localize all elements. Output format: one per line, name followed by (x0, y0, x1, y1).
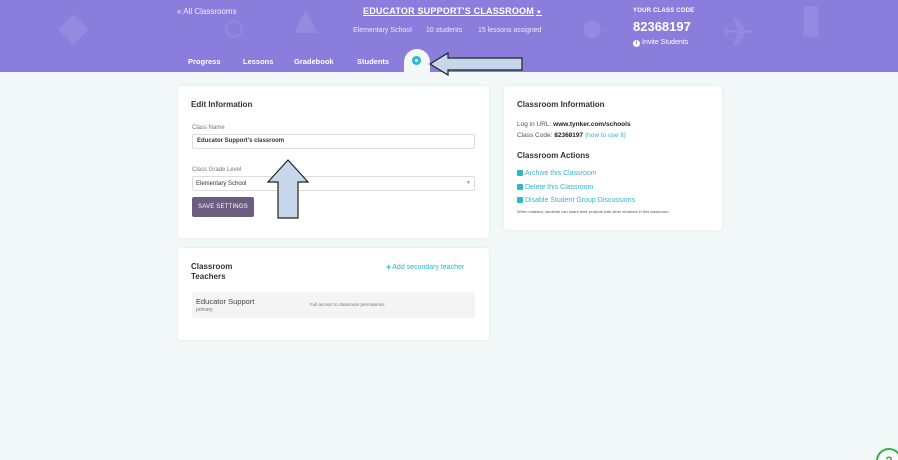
classroom-actions-title: Classroom Actions (517, 151, 590, 160)
archive-classroom-link[interactable]: Archive this Classroom (517, 170, 597, 177)
decor-chart-icon: ▮ (800, 0, 823, 41)
trash-icon (517, 184, 523, 190)
tab-settings[interactable] (404, 49, 430, 72)
student-count-link[interactable]: 10 students (426, 27, 462, 34)
classroom-title-dropdown[interactable]: EDUCATOR SUPPORT'S CLASSROOM ▼ (363, 6, 542, 16)
class-name-input[interactable]: Educator Support's classroom (192, 134, 475, 149)
help-button[interactable]: ? (876, 448, 898, 460)
decor-plane-icon: ✈ (722, 11, 756, 55)
class-code-info-value: 82368197 (554, 132, 584, 139)
annotation-arrow-up (266, 159, 310, 219)
tab-students[interactable]: Students (357, 57, 389, 66)
classroom-teachers-title: Classroom Teachers (191, 262, 233, 281)
trash-icon (517, 197, 523, 203)
class-code-label: YOUR CLASS CODE (633, 8, 695, 14)
info-icon: i (633, 40, 640, 47)
gear-icon (412, 56, 421, 65)
tab-progress[interactable]: Progress (188, 57, 221, 66)
grade-level-text: Elementary School (353, 27, 412, 34)
delete-classroom-link[interactable]: Delete this Classroom (517, 184, 593, 191)
discussion-note: When enabled, students can share their p… (517, 209, 670, 214)
all-classrooms-link[interactable]: « All Classrooms (177, 7, 237, 16)
decor-graduation-icon: ◆ (58, 5, 89, 49)
edit-information-title: Edit Information (191, 100, 253, 109)
add-secondary-teacher-label: Add secondary teacher (392, 264, 465, 271)
login-url-value: www.tynker.com/schools (553, 121, 631, 128)
class-grade-label: Class Grade Level (192, 167, 242, 173)
disable-discussions-label: Disable Student Group Discussions (525, 197, 636, 204)
disable-discussions-link[interactable]: Disable Student Group Discussions (517, 197, 635, 204)
how-to-use-link[interactable]: (how to use it) (585, 132, 626, 139)
class-code-line: Class Code: 82368197 (how to use it) (517, 132, 626, 139)
invite-students-link[interactable]: i Invite Students (633, 39, 688, 47)
grade-level-select[interactable]: Elementary School ▼ (192, 176, 475, 191)
caret-down-icon: ▼ (535, 10, 543, 16)
invite-students-label: Invite Students (642, 39, 689, 46)
grade-level-value: Elementary School (196, 181, 247, 187)
class-code-value: 82368197 (633, 19, 691, 34)
archive-classroom-label: Archive this Classroom (525, 170, 597, 177)
delete-classroom-label: Delete this Classroom (525, 184, 594, 191)
lessons-assigned-link[interactable]: 15 lessons assigned (478, 27, 541, 34)
class-code-info-label: Class Code: (517, 132, 553, 139)
classroom-information-title: Classroom Information (517, 100, 605, 109)
plus-icon: + (386, 262, 392, 272)
login-url-line: Log in URL: www.tynker.com/schools (517, 121, 631, 128)
teacher-row: Educator Support primary Full access to … (192, 292, 475, 318)
classroom-title-text: EDUCATOR SUPPORT'S CLASSROOM (363, 6, 534, 16)
chevron-down-icon: ▼ (466, 180, 471, 186)
folder-icon (517, 170, 523, 176)
annotation-arrow-left (428, 52, 523, 76)
decor-bulb-icon: ● (580, 6, 605, 50)
class-name-label: Class Name (192, 125, 225, 131)
tab-lessons[interactable]: Lessons (243, 57, 273, 66)
login-url-label: Log in URL: (517, 121, 552, 128)
save-settings-button[interactable]: SAVE SETTINGS (192, 197, 254, 217)
tab-gradebook[interactable]: Gradebook (294, 57, 334, 66)
teacher-name: Educator Support (196, 297, 255, 306)
add-secondary-teacher-link[interactable]: +Add secondary teacher (386, 262, 464, 272)
decor-flask-icon: ▲ (286, 0, 326, 42)
teacher-permission: Full access to classroom permissions (310, 302, 385, 307)
teacher-role: primary (196, 307, 213, 313)
